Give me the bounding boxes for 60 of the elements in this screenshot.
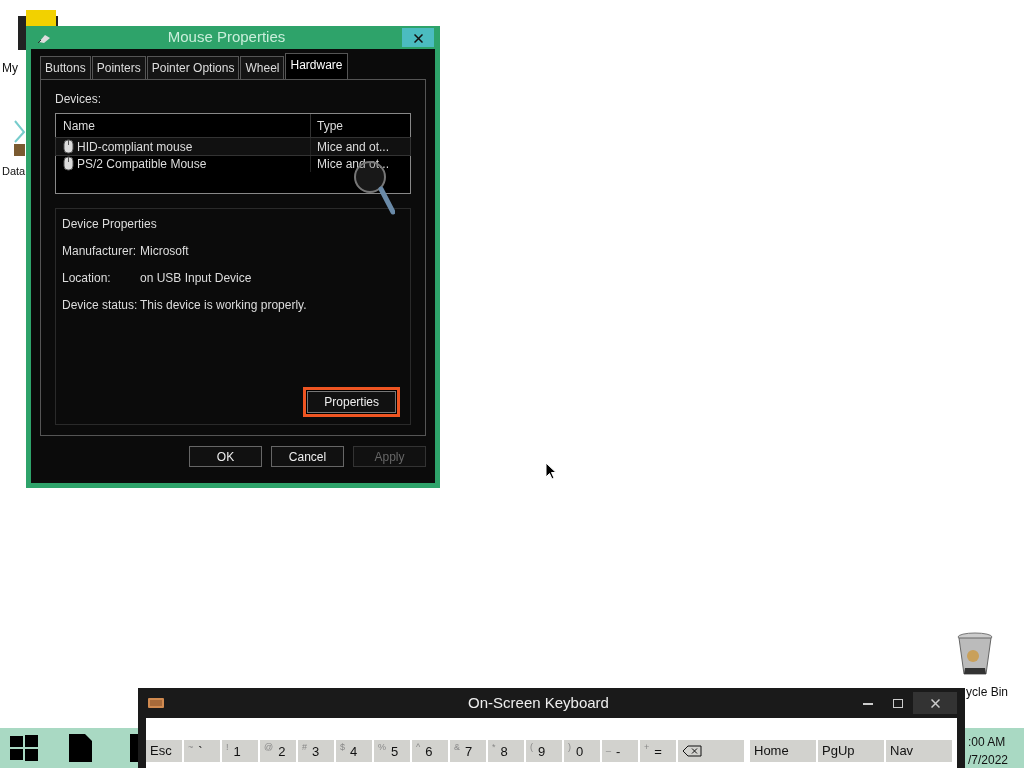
keyboard-key[interactable]: PgUp (818, 740, 884, 762)
desktop-icon-label: My (2, 60, 18, 77)
dialog-button[interactable]: Cancel (271, 446, 344, 467)
keyboard-key[interactable]: ^ 6 (412, 740, 448, 762)
window-title: On-Screen Keyboard (467, 692, 610, 713)
property-value: Microsoft (140, 243, 189, 260)
tab[interactable]: Pointers (91, 56, 146, 79)
close-button[interactable] (913, 692, 957, 714)
properties-button[interactable]: Properties (303, 387, 400, 417)
column-header: Name (62, 118, 96, 135)
close-icon (413, 34, 423, 44)
mouse-icon (63, 156, 74, 171)
dialog-button[interactable]: OK (189, 446, 262, 467)
keyboard-key[interactable]: + = (640, 740, 676, 762)
keyboard-key[interactable]: Esc (146, 740, 182, 762)
keyboard-key[interactable]: ~ ` (184, 740, 220, 762)
devices-label: Devices: (55, 91, 102, 108)
device-name: HID-compliant mouse (77, 138, 193, 156)
property-label: Device status: (62, 297, 139, 314)
tab[interactable]: Wheel (240, 56, 285, 79)
tab[interactable]: Buttons (40, 56, 91, 79)
keyboard-key[interactable]: * 8 (488, 740, 524, 762)
close-button[interactable] (402, 28, 434, 47)
property-value: This device is working properly. (140, 297, 307, 314)
clock-date: /7/2022 (968, 752, 1009, 768)
property-label: Location: (62, 270, 112, 287)
keyboard-key[interactable]: Nav (886, 740, 952, 762)
database-icon (14, 120, 25, 156)
desktop-icon-label: ycle Bin (966, 684, 1009, 701)
window-title: Mouse Properties (166, 27, 287, 48)
keyboard-key[interactable]: ( 9 (526, 740, 562, 762)
close-icon (930, 699, 940, 709)
property-value: on USB Input Device (140, 270, 252, 287)
tab[interactable]: Hardware (285, 53, 348, 79)
mouse-cursor-icon (545, 462, 557, 480)
device-type: Mice and ot... (310, 138, 410, 155)
trash-can-icon (956, 632, 994, 678)
keyboard-key[interactable]: @ 2 (260, 740, 296, 762)
mouse-icon (63, 139, 74, 154)
backspace-icon (682, 745, 702, 757)
desktop-icon-label: Data (2, 164, 26, 179)
device-name: PS/2 Compatible Mouse (77, 155, 207, 173)
keyboard-key[interactable]: % 5 (374, 740, 410, 762)
clock-time: :00 AM (968, 734, 1007, 751)
maximize-icon (893, 699, 903, 709)
keyboard-key[interactable]: & 7 (450, 740, 486, 762)
group-title: Device Properties (62, 216, 158, 233)
keyboard-key[interactable]: $ 4 (336, 740, 372, 762)
keyboard-key[interactable]: ! 1 (222, 740, 258, 762)
keyboard-key[interactable]: Home (750, 740, 816, 762)
tab[interactable]: Pointer Options (146, 56, 240, 79)
minimize-icon (863, 702, 873, 705)
keyboard-key[interactable]: # 3 (298, 740, 334, 762)
keyboard-icon (148, 698, 164, 708)
property-label: Manufacturer: (62, 243, 138, 260)
windows-logo-icon (10, 735, 38, 761)
backspace-key[interactable] (678, 740, 744, 762)
device-row[interactable]: HID-compliant mouse Mice and ot... (56, 138, 410, 155)
keyboard-key[interactable]: _ - (602, 740, 638, 762)
keyboard-key[interactable]: ) 0 (564, 740, 600, 762)
